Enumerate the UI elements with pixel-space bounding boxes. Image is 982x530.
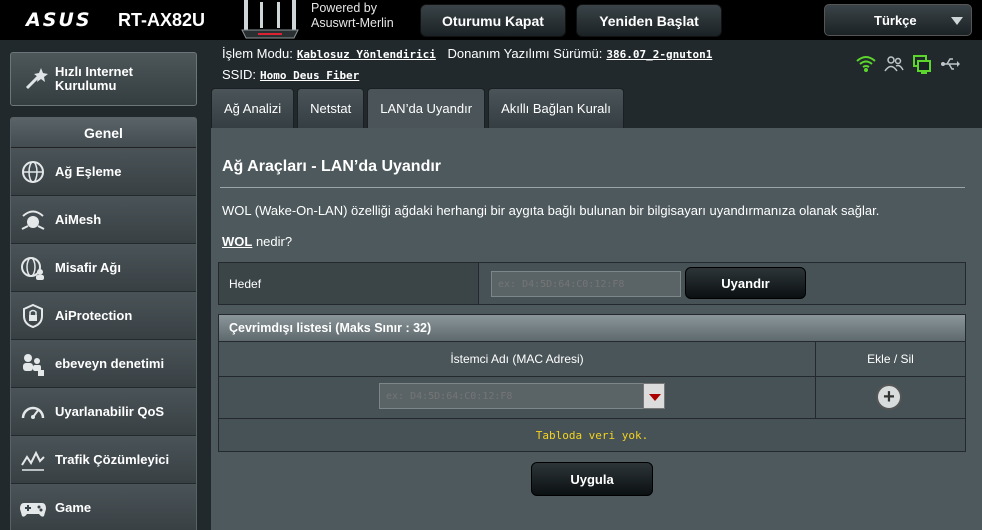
sidebar-item-label: Uyarlanabilir QoS xyxy=(55,404,165,419)
table-input-row: + xyxy=(218,377,966,419)
empty-table-message: Tabloda veri yok. xyxy=(218,418,966,452)
target-mac-input[interactable] xyxy=(491,271,681,297)
gamepad-icon xyxy=(19,494,47,522)
status-icons xyxy=(856,54,960,74)
sidebar-item-aimesh[interactable]: AiMesh xyxy=(11,196,196,244)
firmware-brand: Asuswrt-Merlin xyxy=(311,16,394,30)
powered-by: Powered by Asuswrt-Merlin xyxy=(311,1,394,31)
quick-internet-setup-button[interactable]: Hızlı Internet Kurulumu xyxy=(10,52,197,106)
operation-mode-link[interactable]: Kablosuz Yönlendirici xyxy=(297,48,436,61)
client-input-cell xyxy=(219,377,816,418)
client-mac-input[interactable] xyxy=(379,383,645,409)
sidebar-item-parental-control[interactable]: ebeveyn denetimi xyxy=(11,340,196,388)
parental-control-icon xyxy=(19,350,47,378)
add-icon[interactable]: + xyxy=(876,384,902,410)
sidebar-item-label: Trafik Çözümleyici xyxy=(55,452,170,467)
column-header-client: İstemci Adı (MAC Adresi) xyxy=(219,342,816,376)
page-title: Ağ Araçları - LAN’da Uyandır xyxy=(222,158,442,175)
reboot-button[interactable]: Yeniden Başlat xyxy=(576,4,722,37)
powered-by-line: Powered by xyxy=(311,1,378,15)
ssid-label: SSID: xyxy=(222,67,256,82)
wand-icon xyxy=(25,68,48,90)
tab-wake-on-lan[interactable]: LAN’da Uyandır xyxy=(367,88,486,128)
usb-icon[interactable] xyxy=(940,54,960,74)
client-dropdown-toggle[interactable] xyxy=(643,383,665,409)
aimesh-icon xyxy=(19,206,47,234)
shield-icon xyxy=(19,302,47,330)
language-select[interactable]: Türkçe xyxy=(824,4,972,36)
wol-help-link[interactable]: WOL xyxy=(222,234,252,249)
title-divider xyxy=(220,187,965,188)
status-info: İşlem Modu: Kablosuz Yönlendirici Donanım… xyxy=(222,44,720,86)
sidebar-item-label: Game xyxy=(55,500,92,515)
sidebar-menu: Genel Ağ Eşleme AiMesh Misafir Ağı AiPro… xyxy=(10,117,197,530)
apply-button[interactable]: Uygula xyxy=(531,462,653,496)
target-row: Hedef Uyandır xyxy=(218,262,966,305)
table-header: İstemci Adı (MAC Adresi) Ekle / Sil xyxy=(218,342,966,377)
sidebar-item-adaptive-qos[interactable]: Uyarlanabilir QoS xyxy=(11,388,196,436)
asus-logo: ASUS xyxy=(26,9,92,31)
wol-help-suffix: nedir? xyxy=(252,234,293,249)
chevron-down-icon xyxy=(951,17,963,25)
sidebar-section-title: Genel xyxy=(11,118,196,148)
lan-icon[interactable] xyxy=(912,54,932,74)
add-cell: + xyxy=(816,377,965,418)
network-map-icon xyxy=(19,158,47,186)
sidebar-item-traffic-analyzer[interactable]: Trafik Çözümleyici xyxy=(11,436,196,484)
quick-setup-line2: Kurulumu xyxy=(55,78,117,93)
sidebar-item-label: Misafir Ağı xyxy=(55,260,121,275)
sidebar-item-aiprotection[interactable]: AiProtection xyxy=(11,292,196,340)
tab-bar: Ağ Analizi Netstat LAN’da Uyandır Akıllı… xyxy=(211,88,624,128)
sidebar-item-label: AiMesh xyxy=(55,212,102,227)
model-name: RT-AX82U xyxy=(118,10,206,30)
sidebar-item-label: AiProtection xyxy=(55,308,133,323)
offline-list-header: Çevrimdışı listesi (Maks Sınır : 32) xyxy=(218,314,966,342)
ssid-link[interactable]: Homo Deus Fiber xyxy=(260,69,359,82)
page-description: WOL (Wake-On-LAN) özelliği ağdaki herhan… xyxy=(222,203,880,218)
language-value: Türkçe xyxy=(874,12,917,28)
sidebar-item-network-map[interactable]: Ağ Eşleme xyxy=(11,148,196,196)
traffic-analyzer-icon xyxy=(19,446,47,474)
sidebar-item-guest-network[interactable]: Misafir Ağı xyxy=(11,244,196,292)
quick-setup-line1: Hızlı Internet xyxy=(55,64,134,79)
clients-icon[interactable] xyxy=(884,54,904,74)
sidebar-item-label: Ağ Eşleme xyxy=(55,164,122,179)
sidebar-item-label: ebeveyn denetimi xyxy=(55,356,165,371)
sidebar-item-game[interactable]: Game xyxy=(11,484,196,530)
target-label: Hedef xyxy=(219,263,479,304)
guest-network-icon xyxy=(19,254,47,282)
column-header-add-remove: Ekle / Sil xyxy=(867,352,914,366)
firmware-label: Donanım Yazılımı Sürümü: xyxy=(447,46,603,61)
main-panel: Ağ Araçları - LAN’da Uyandır WOL (Wake-O… xyxy=(211,128,982,530)
tab-netstat[interactable]: Netstat xyxy=(297,88,365,128)
wol-help: WOL nedir? xyxy=(222,234,292,249)
offline-list-table: İstemci Adı (MAC Adresi) Ekle / Sil + xyxy=(218,342,966,419)
tab-smart-connect-rule[interactable]: Akıllı Bağlan Kuralı xyxy=(488,88,624,128)
top-header: ASUS RT-AX82U Powered by Asuswrt-Merlin … xyxy=(0,0,982,40)
wifi-icon[interactable] xyxy=(856,54,876,74)
speedometer-icon xyxy=(19,398,47,426)
firmware-version-link[interactable]: 386.07_2-gnuton1 xyxy=(606,48,712,61)
router-icon xyxy=(241,0,299,39)
tab-network-analysis[interactable]: Ağ Analizi xyxy=(211,88,295,128)
mode-label: İşlem Modu: xyxy=(222,46,293,61)
wake-button[interactable]: Uyandır xyxy=(685,267,806,299)
logout-button[interactable]: Oturumu Kapat xyxy=(420,4,566,37)
